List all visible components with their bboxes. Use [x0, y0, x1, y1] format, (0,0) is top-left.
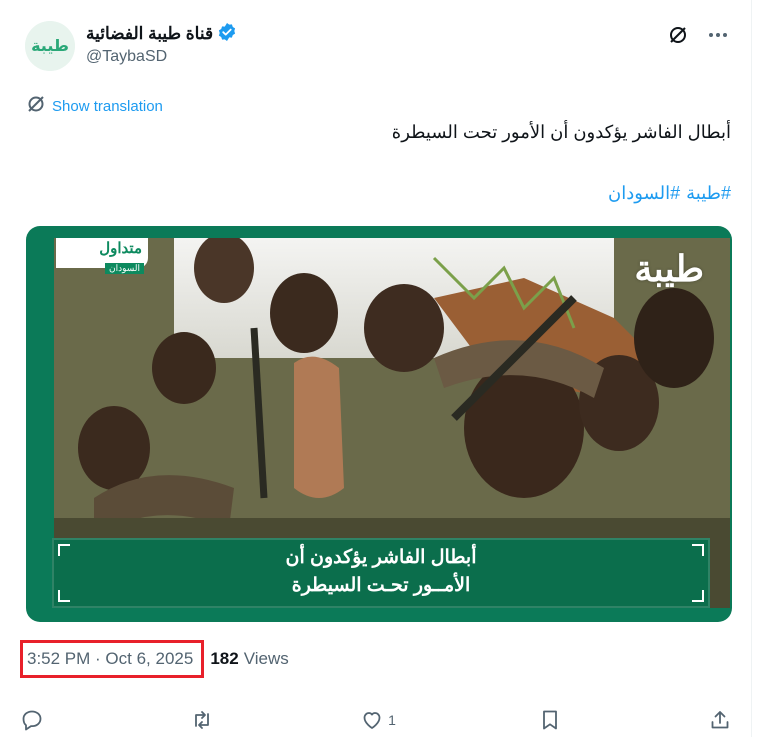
avatar[interactable]: طيبة	[25, 21, 75, 71]
avatar-logo: طيبة	[25, 21, 75, 71]
hashtags: #طيبة #السودان	[608, 183, 731, 204]
post-article: طيبة قناة طيبة الفضائية @TaybaSD Show tr…	[0, 0, 752, 737]
post-text: أبطال الفاشر يؤكدون أن الأمور تحت السيطر…	[391, 122, 731, 142]
author-name-row[interactable]: قناة طيبة الفضائية	[86, 22, 237, 46]
bookmark-icon	[543, 710, 557, 730]
like-count: 1	[388, 712, 396, 728]
frame-corner-icon	[692, 544, 704, 556]
heart-icon	[363, 712, 381, 729]
show-translation-label: Show translation	[52, 97, 163, 115]
hashtag-sudan[interactable]: #السودان	[608, 183, 680, 204]
views-label: Views	[243, 649, 289, 668]
views-number: 182	[210, 649, 239, 668]
reply-button[interactable]	[20, 708, 48, 732]
channel-watermark: طيبة	[634, 248, 704, 289]
more-dots-icon[interactable]	[705, 22, 731, 48]
like-button[interactable]: 1	[360, 708, 396, 732]
trending-badge-sub: السودان	[104, 263, 144, 274]
translate-icon	[26, 94, 46, 118]
frame-corner-icon	[58, 544, 70, 556]
reply-icon	[22, 710, 42, 731]
hashtag-tayba[interactable]: #طيبة	[686, 183, 731, 204]
verified-badge-icon	[217, 22, 237, 47]
display-name[interactable]: قناة طيبة الفضائية	[86, 24, 213, 44]
frame-corner-icon	[58, 590, 70, 602]
author-handle[interactable]: @TaybaSD	[86, 48, 167, 66]
share-icon	[711, 711, 729, 729]
repost-icon	[195, 711, 209, 729]
frame-corner-icon	[692, 590, 704, 602]
show-translation-button[interactable]: Show translation	[26, 94, 163, 118]
trending-badge-main: متداول	[99, 240, 142, 257]
slash-circle-icon[interactable]	[665, 22, 691, 48]
svg-text:طيبة: طيبة	[31, 36, 69, 55]
post-actions-bar: 1	[20, 704, 732, 736]
repost-button[interactable]	[190, 708, 218, 732]
video-caption-line-2: الأمــور تحـت السيطرة	[291, 575, 471, 596]
post-timestamp[interactable]: 3:52 PM · Oct 6, 2025	[20, 640, 205, 678]
bookmark-button[interactable]	[538, 708, 566, 732]
video-media[interactable]: متداول السودان طيبة أبطال الفاشر يؤكدون …	[26, 226, 732, 622]
share-button[interactable]	[708, 708, 732, 732]
views-count[interactable]: 182 Views	[210, 649, 288, 669]
video-caption-box: أبطال الفاشر يؤكدون أن الأمــور تحـت الس…	[52, 538, 710, 608]
trending-badge: متداول السودان	[56, 238, 148, 274]
video-caption-line-1: أبطال الفاشر يؤكدون أن	[285, 547, 477, 568]
post-meta-row: 3:52 PM · Oct 6, 2025 182 Views	[20, 640, 289, 678]
